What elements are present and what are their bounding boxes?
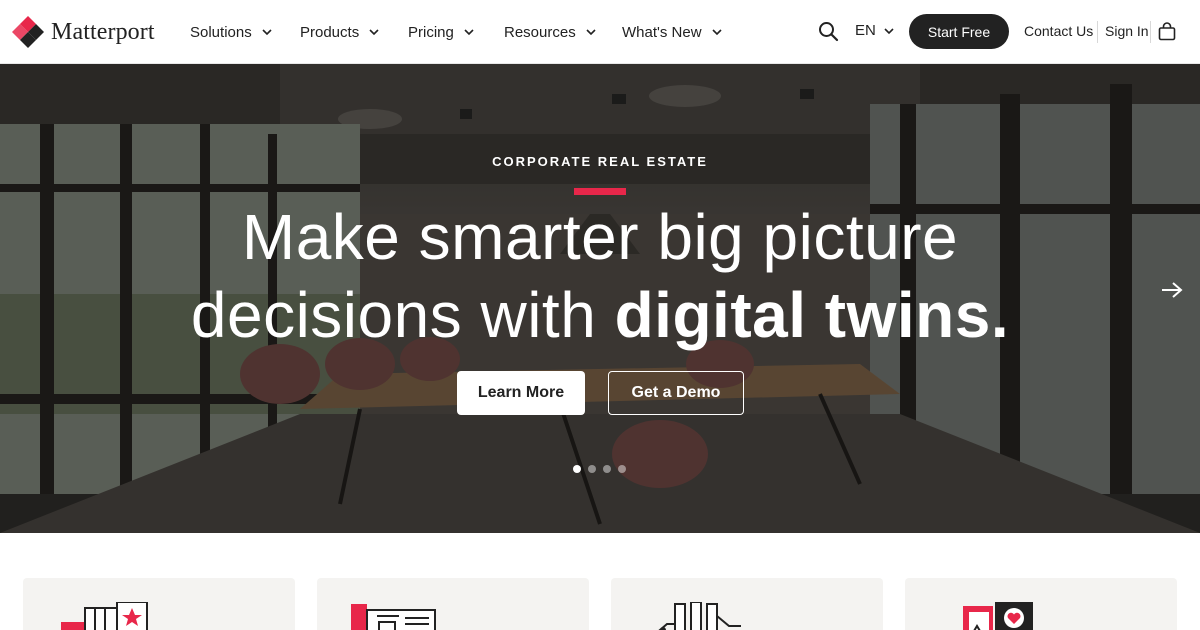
solution-card[interactable] (905, 578, 1177, 630)
logo-text: Matterport (51, 18, 155, 45)
nav-item-whats-new[interactable]: What's New (622, 24, 732, 41)
buildings-star-icon (61, 602, 148, 630)
carousel-dot[interactable] (573, 465, 581, 473)
tablet-heart-icon (963, 602, 1033, 630)
search-icon[interactable] (818, 21, 839, 42)
solution-card[interactable] (23, 578, 295, 630)
learn-more-button[interactable]: Learn More (457, 371, 585, 415)
hero-headline: Make smarter big picture decisions with … (0, 198, 1200, 354)
hero-headline-emphasis: digital twins. (614, 279, 1010, 351)
carousel-dots (573, 465, 626, 473)
chevron-down-icon (586, 29, 596, 36)
factory-icon (658, 602, 741, 630)
header-divider (1097, 21, 1098, 43)
chevron-down-icon (884, 27, 894, 34)
carousel-dot[interactable] (618, 465, 626, 473)
hero-accent-bar (574, 188, 626, 195)
chevron-down-icon (369, 29, 379, 36)
arrow-right-icon[interactable] (1160, 280, 1184, 300)
solution-card[interactable] (317, 578, 589, 630)
hero-headline-line1: Make smarter big picture (241, 201, 959, 273)
blueprint-icon (351, 604, 436, 630)
nav-item-resources[interactable]: Resources (504, 24, 622, 41)
hero-carousel: CORPORATE REAL ESTATE Make smarter big p… (0, 64, 1200, 533)
sign-in-link[interactable]: Sign In (1105, 23, 1149, 39)
nav-item-label: Resources (504, 23, 576, 41)
carousel-dot[interactable] (603, 465, 611, 473)
solution-cards (0, 533, 1200, 630)
solution-card[interactable] (611, 578, 883, 630)
matterport-logo[interactable]: Matterport (11, 15, 155, 49)
chevron-down-icon (711, 29, 722, 36)
nav-item-label: Pricing (408, 23, 454, 41)
hero-headline-line2: decisions with (190, 279, 615, 351)
hero-eyebrow: CORPORATE REAL ESTATE (492, 154, 708, 169)
nav-item-pricing[interactable]: Pricing (408, 24, 504, 41)
matterport-logo-icon (12, 16, 44, 48)
header-divider (1150, 21, 1151, 43)
chevron-down-icon (464, 29, 474, 36)
language-selector[interactable]: EN (855, 22, 894, 39)
main-nav: Solutions Products Pricing Resources Wha… (190, 0, 732, 64)
nav-item-label: What's New (622, 23, 702, 41)
site-header: Matterport Solutions Products Pricing Re… (0, 0, 1200, 64)
shopping-bag-icon[interactable] (1158, 22, 1176, 41)
nav-item-products[interactable]: Products (300, 24, 408, 41)
chevron-down-icon (262, 29, 272, 36)
carousel-dot[interactable] (588, 465, 596, 473)
nav-item-label: Products (300, 23, 360, 41)
get-demo-button[interactable]: Get a Demo (608, 371, 744, 415)
language-label: EN (855, 22, 876, 39)
nav-item-label: Solutions (190, 23, 252, 41)
contact-us-link[interactable]: Contact Us (1024, 23, 1093, 39)
nav-item-solutions[interactable]: Solutions (190, 24, 300, 41)
start-free-button[interactable]: Start Free (909, 14, 1009, 49)
